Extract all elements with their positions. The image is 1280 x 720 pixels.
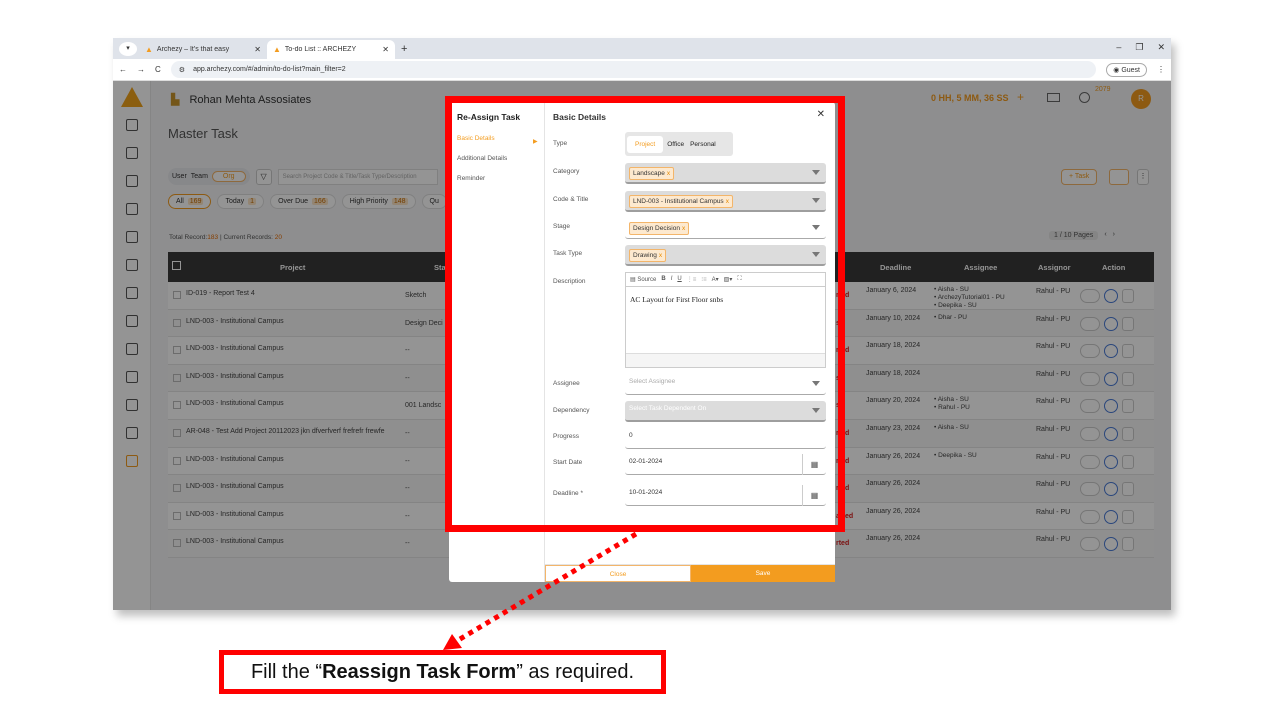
- arrow-line: [453, 531, 638, 645]
- arrow-head: [443, 634, 462, 650]
- callout-post: ” as required.: [516, 661, 635, 683]
- callout-bold: Reassign Task Form: [322, 661, 517, 683]
- callout-pre: Fill the “: [250, 661, 323, 683]
- slide: ▾ ▲ Archezy – It's that easy ✕ ▲ To-do L…: [0, 0, 1280, 720]
- instruction-callout: Fill the “Reassign Task Form” as require…: [219, 650, 666, 694]
- callout-arrow: [443, 531, 638, 650]
